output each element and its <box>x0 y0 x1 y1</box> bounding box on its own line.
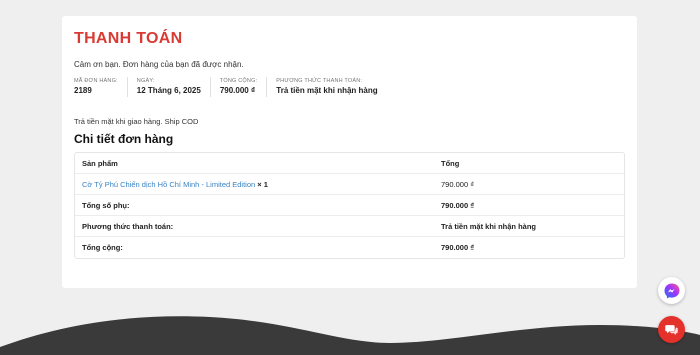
thanks-message: Cảm ơn bạn. Đơn hàng của bạn đã được nhậ… <box>74 60 244 69</box>
chat-button[interactable] <box>658 316 685 343</box>
table-row: Cờ Tỷ Phú Chiến dịch Hồ Chí Minh - Limit… <box>75 174 624 195</box>
order-details-table: Sản phẩm Tổng Cờ Tỷ Phú Chiến dịch Hồ Ch… <box>74 152 625 259</box>
product-quantity: × 1 <box>257 179 268 189</box>
overview-label: PHƯƠNG THỨC THANH TOÁN: <box>276 78 363 84</box>
header-total: Tổng <box>434 153 624 174</box>
order-details-title: Chi tiết đơn hàng <box>74 132 174 146</box>
page-title: THANH TOÁN <box>74 30 183 47</box>
overview-label: MÃ ĐƠN HÀNG: <box>74 78 118 84</box>
overview-payment-method: PHƯƠNG THỨC THANH TOÁN: Trả tiền mặt khi… <box>266 77 386 97</box>
background-wave <box>0 316 700 355</box>
messenger-button[interactable] <box>658 277 685 304</box>
overview-total: TỔNG CỘNG: 790.000 ₫ <box>209 77 266 97</box>
chat-icon <box>665 325 678 336</box>
grand-total-value: 790.000 ₫ <box>441 243 475 252</box>
product-link[interactable]: Cờ Tỷ Phú Chiến dịch Hồ Chí Minh - Limit… <box>82 180 255 189</box>
table-row: Phương thức thanh toán: Trả tiền mặt khi… <box>75 216 624 237</box>
table-row: Tổng cộng: 790.000 ₫ <box>75 237 624 258</box>
grand-total-label: Tổng cộng: <box>82 243 123 252</box>
payment-method-value: Trả tiền mặt khi nhận hàng <box>434 216 624 237</box>
overview-label: NGÀY: <box>136 78 155 84</box>
overview-label: TỔNG CỘNG: <box>219 78 258 84</box>
order-overview: MÃ ĐƠN HÀNG: 2189 NGÀY: 12 Tháng 6, 2025… <box>74 77 625 97</box>
table-header-row: Sản phẩm Tổng <box>75 153 624 174</box>
header-product: Sản phẩm <box>75 153 434 174</box>
product-total: 790.000 ₫ <box>434 174 624 195</box>
overview-date: NGÀY: 12 Tháng 6, 2025 <box>126 77 210 97</box>
payment-note: Trả tiền mặt khi giao hàng. Ship COD <box>74 117 199 126</box>
overview-value: 12 Tháng 6, 2025 <box>136 86 201 95</box>
subtotal-label: Tổng số phụ: <box>75 195 434 216</box>
overview-value: 790.000 ₫ <box>219 86 256 95</box>
overview-value: 2189 <box>74 86 92 95</box>
subtotal-value: 790.000 ₫ <box>434 195 624 216</box>
payment-method-label: Phương thức thanh toán: <box>75 216 434 237</box>
overview-order-number: MÃ ĐƠN HÀNG: 2189 <box>74 77 127 97</box>
product-cell: Cờ Tỷ Phú Chiến dịch Hồ Chí Minh - Limit… <box>75 174 434 195</box>
overview-value: Trả tiền mặt khi nhận hàng <box>276 86 378 95</box>
table-row: Tổng số phụ: 790.000 ₫ <box>75 195 624 216</box>
messenger-icon <box>664 283 679 298</box>
order-received-card: THANH TOÁN Cảm ơn bạn. Đơn hàng của bạn … <box>62 16 637 288</box>
